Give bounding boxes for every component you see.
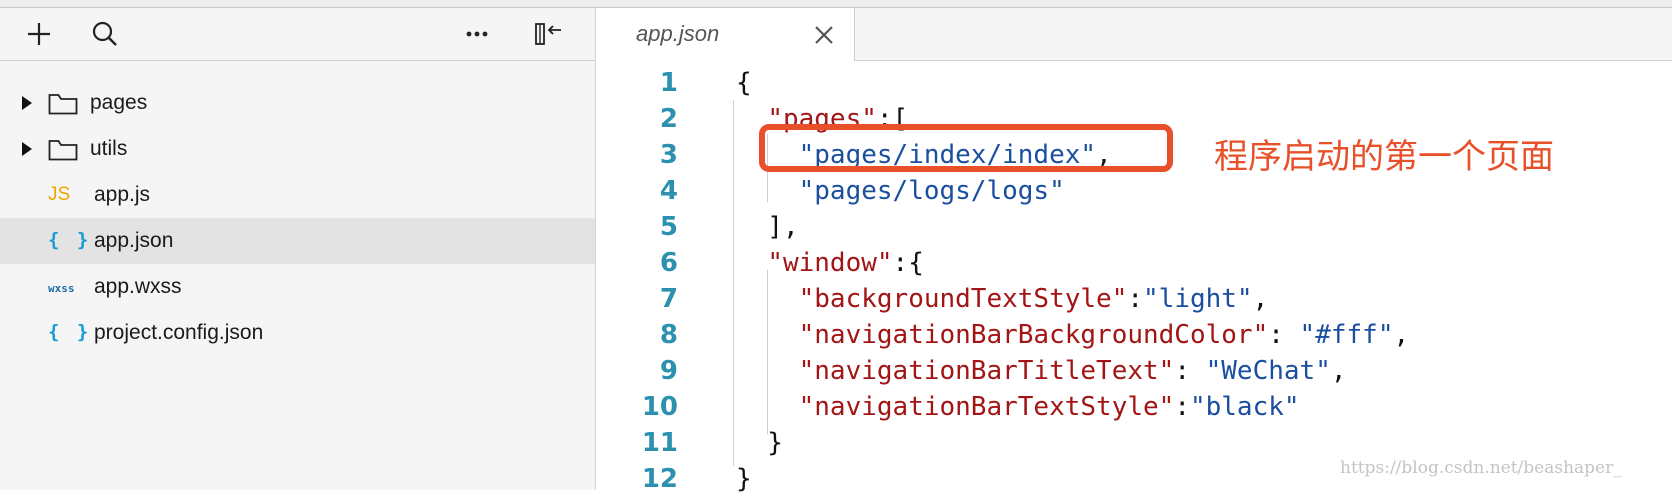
code-text: ], xyxy=(736,212,799,242)
code-line[interactable]: 11 } xyxy=(596,426,1672,462)
code-text: "window":{ xyxy=(767,248,924,278)
code-text: "navigationBarBackgroundColor": "#fff", xyxy=(798,320,1410,350)
tree-item-label: utils xyxy=(90,137,128,160)
tree-item-project-config-json[interactable]: { } project.config.json xyxy=(0,310,595,356)
line-number: 11 xyxy=(641,428,678,458)
expand-arrow-icon[interactable] xyxy=(22,142,32,156)
js-file-icon: JS xyxy=(48,184,71,205)
code-text: } xyxy=(736,428,783,458)
tree-item-label: app.json xyxy=(94,229,174,252)
line-number: 7 xyxy=(659,284,678,314)
line-number: 9 xyxy=(659,356,678,386)
line-number: 6 xyxy=(659,248,678,278)
wxss-file-icon: wxss xyxy=(48,282,75,295)
folder-icon xyxy=(48,140,78,161)
tree-item-label: app.js xyxy=(94,183,151,206)
line-number: 1 xyxy=(659,68,678,98)
plus-icon xyxy=(28,23,50,45)
search-icon xyxy=(92,21,117,46)
code-text: { xyxy=(736,68,752,98)
tab-label: app.json xyxy=(636,21,720,46)
code-line[interactable]: 8 "navigationBarBackgroundColor": "#fff"… xyxy=(596,318,1672,354)
code-line[interactable]: 4 "pages/logs/logs" xyxy=(596,174,1672,210)
line-number: 2 xyxy=(659,104,678,134)
line-number: 4 xyxy=(659,176,678,206)
ellipsis-icon xyxy=(466,31,488,37)
code-line[interactable]: 10 "navigationBarTextStyle":"black" xyxy=(596,390,1672,426)
expand-arrow-icon[interactable] xyxy=(22,96,32,110)
code-line[interactable]: 7 "backgroundTextStyle":"light", xyxy=(596,282,1672,318)
line-number: 5 xyxy=(659,212,678,242)
editor-tab-bar: app.json xyxy=(596,8,1672,61)
close-icon[interactable] xyxy=(811,22,837,48)
line-number: 3 xyxy=(659,140,678,170)
code-text: "pages/logs/logs" xyxy=(798,176,1065,206)
highlight-box xyxy=(759,124,1173,172)
file-explorer-sidebar: pages utils JS app.js { } app.json wxss … xyxy=(0,8,596,490)
code-line[interactable]: 1{ xyxy=(596,66,1672,102)
tree-item-app-wxss[interactable]: wxss app.wxss xyxy=(0,264,595,310)
code-line[interactable]: 5 ], xyxy=(596,210,1672,246)
tree-item-app-json[interactable]: { } app.json xyxy=(0,218,595,264)
folder-icon xyxy=(48,94,78,115)
search-button[interactable] xyxy=(88,17,122,51)
more-options-button[interactable] xyxy=(460,17,494,51)
line-number: 10 xyxy=(641,392,678,422)
code-text: "backgroundTextStyle":"light", xyxy=(798,284,1269,314)
tree-item-app-js[interactable]: JS app.js xyxy=(0,172,595,218)
code-text: "navigationBarTextStyle":"black" xyxy=(798,392,1300,422)
tree-item-label: project.config.json xyxy=(94,321,264,344)
explorer-toolbar xyxy=(0,8,595,61)
tree-item-utils-folder[interactable]: utils xyxy=(0,126,595,172)
code-line[interactable]: 9 "navigationBarTitleText": "WeChat", xyxy=(596,354,1672,390)
tab-app-json[interactable]: app.json xyxy=(596,8,855,61)
watermark: https://blog.csdn.net/beashaper_ xyxy=(1340,458,1622,478)
file-tree: pages utils JS app.js { } app.json wxss … xyxy=(0,80,595,356)
collapse-sidebar-button[interactable] xyxy=(532,17,566,51)
code-editor: app.json 1{2 "pages":[3 "pages/index/ind… xyxy=(596,8,1672,494)
tree-item-label: app.wxss xyxy=(94,275,182,298)
collapse-sidebar-icon xyxy=(535,23,561,45)
json-file-icon: { } xyxy=(48,229,92,251)
code-line[interactable]: 6 "window":{ xyxy=(596,246,1672,282)
annotation-label: 程序启动的第一个页面 xyxy=(1214,137,1554,177)
add-file-button[interactable] xyxy=(22,17,56,51)
tree-item-label: pages xyxy=(90,91,148,114)
tree-item-pages-folder[interactable]: pages xyxy=(0,80,595,126)
json-file-icon: { } xyxy=(48,321,92,343)
window-top-strip xyxy=(0,0,1672,8)
code-text: "navigationBarTitleText": "WeChat", xyxy=(798,356,1347,386)
line-number: 8 xyxy=(659,320,678,350)
